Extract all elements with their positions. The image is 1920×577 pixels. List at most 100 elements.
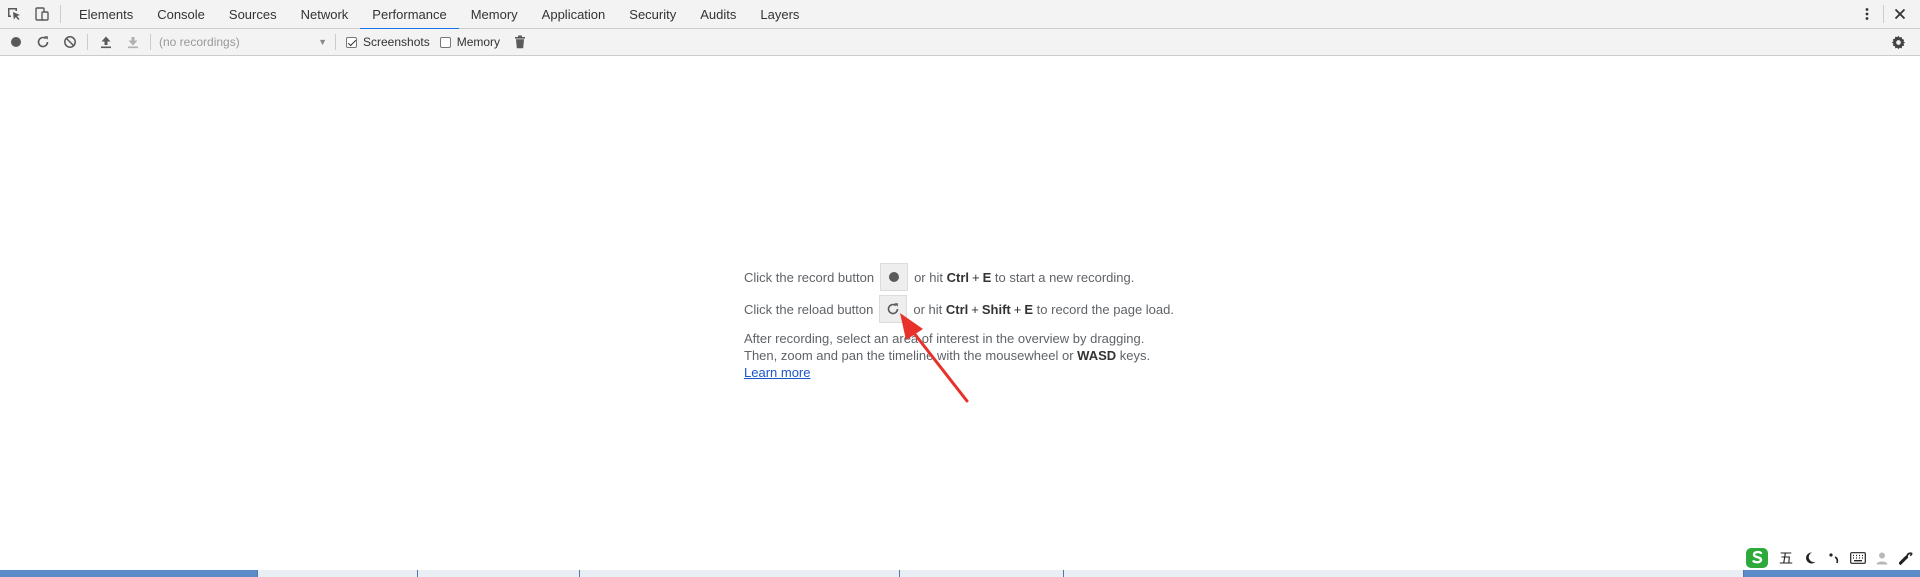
shortcut-plus: +	[972, 269, 980, 285]
record-instruction: Click the record button or hit Ctrl + E …	[744, 262, 1174, 292]
tab-bar-right	[1853, 0, 1920, 28]
taskbar-item[interactable]	[258, 570, 418, 577]
shortcut-key-wasd: WASD	[1077, 348, 1117, 363]
toolbar-separator	[87, 34, 88, 50]
performance-toolbar: (no recordings) ▼ Screenshots Memory	[0, 29, 1920, 56]
punctuation-icon	[1829, 553, 1839, 564]
tab-sources[interactable]: Sources	[217, 0, 289, 29]
reload-instruction-hit: or hit	[913, 301, 943, 317]
customize-devtools-button[interactable]	[1853, 0, 1881, 28]
taskbar-item[interactable]	[900, 570, 1064, 577]
ime-keyboard-button[interactable]	[1848, 548, 1868, 568]
tab-bar-right-separator	[1883, 5, 1884, 23]
toolbar-right	[1885, 29, 1920, 56]
ime-toolbar: 五	[1740, 546, 1920, 570]
sogou-logo-icon	[1746, 548, 1768, 568]
reload-instruction-prefix: Click the reload button	[744, 301, 874, 317]
screenshots-checkbox[interactable]	[346, 36, 357, 48]
shortcut-key-e: E	[1024, 301, 1034, 317]
tab-performance[interactable]: Performance	[360, 0, 460, 30]
device-toolbar-button[interactable]	[28, 0, 56, 28]
help-line-1: After recording, select an area of inter…	[744, 331, 1145, 346]
tab-application[interactable]: Application	[530, 0, 618, 29]
reload-instruction: Click the reload button or hit Ctrl + Sh…	[744, 294, 1174, 324]
inspect-element-button[interactable]	[0, 0, 28, 28]
ime-punctuation-button[interactable]	[1800, 548, 1820, 568]
record-button[interactable]	[2, 29, 29, 56]
upload-icon	[100, 36, 111, 49]
trash-icon	[514, 35, 525, 49]
taskbar-item[interactable]	[1064, 570, 1744, 577]
devtools-tab-bar: Elements Console Sources Network Perform…	[0, 0, 1920, 30]
ime-user-button[interactable]	[1872, 548, 1892, 568]
save-profile-button[interactable]	[119, 29, 146, 56]
ime-logo-button[interactable]	[1744, 548, 1772, 568]
gear-icon	[1891, 35, 1906, 49]
inline-record-button[interactable]	[880, 263, 909, 291]
keyboard-icon	[1850, 552, 1866, 564]
reload-icon	[888, 303, 899, 315]
ime-symbol-button[interactable]	[1824, 548, 1844, 568]
inline-reload-button[interactable]	[879, 295, 908, 323]
screenshots-toggle[interactable]: Screenshots	[346, 32, 430, 52]
taskbar-item[interactable]	[418, 570, 580, 577]
taskbar-item[interactable]	[0, 570, 258, 577]
shortcut-key-shift: Shift	[981, 301, 1011, 317]
tab-audits[interactable]: Audits	[688, 0, 748, 29]
panel-tabs: Elements Console Sources Network Perform…	[67, 0, 811, 30]
tab-console[interactable]: Console	[145, 0, 217, 29]
shortcut-key-ctrl: Ctrl	[945, 301, 969, 317]
help-line-2-start: Then, zoom and pan the timeline with the…	[744, 348, 1074, 363]
ime-tools-button[interactable]	[1896, 548, 1916, 568]
help-line-2: Then, zoom and pan the timeline with the…	[744, 347, 1174, 364]
capture-settings-button[interactable]	[1885, 29, 1912, 56]
recordings-select-value: (no recordings)	[159, 35, 240, 49]
record-instruction-suffix: to start a new recording.	[994, 269, 1135, 285]
screenshots-label: Screenshots	[363, 35, 430, 49]
record-instruction-hit: or hit	[914, 269, 943, 285]
tab-elements[interactable]: Elements	[67, 0, 145, 29]
memory-label: Memory	[456, 35, 501, 49]
record-icon	[889, 272, 900, 282]
user-icon	[1876, 552, 1888, 565]
reload-instruction-suffix: to record the page load.	[1036, 301, 1174, 317]
wrench-icon	[1899, 552, 1913, 565]
help-line-2-end: keys.	[1119, 348, 1151, 363]
recording-help-text: After recording, select an area of inter…	[744, 330, 1174, 381]
memory-toggle[interactable]: Memory	[439, 32, 501, 52]
close-devtools-button[interactable]	[1886, 0, 1914, 28]
tab-layers[interactable]: Layers	[748, 0, 811, 29]
reload-icon	[37, 36, 48, 48]
taskbar-item[interactable]	[580, 570, 900, 577]
shortcut-plus: +	[1013, 301, 1022, 317]
tab-memory[interactable]: Memory	[459, 0, 530, 29]
memory-checkbox[interactable]	[439, 36, 451, 48]
device-mode-icon	[35, 7, 49, 21]
inspect-element-icon	[8, 8, 20, 20]
moon-icon	[1806, 552, 1816, 564]
learn-more-link[interactable]: Learn more	[744, 364, 810, 381]
more-vertical-icon	[1865, 8, 1869, 20]
recordings-select[interactable]: (no recordings) ▼	[155, 32, 331, 52]
chevron-down-icon: ▼	[318, 37, 327, 47]
performance-landing-message: Click the record button or hit Ctrl + E …	[744, 262, 1174, 381]
shortcut-key-e: E	[982, 269, 992, 285]
download-icon	[127, 37, 138, 49]
shortcut-key-ctrl: Ctrl	[946, 269, 969, 285]
ime-mode-indicator[interactable]: 五	[1776, 548, 1796, 568]
tab-bar-separator	[60, 5, 61, 23]
toolbar-separator	[335, 34, 336, 50]
shortcut-plus: +	[971, 301, 979, 317]
os-taskbar	[0, 570, 1920, 577]
clear-button[interactable]	[56, 29, 83, 56]
tab-security[interactable]: Security	[617, 0, 688, 29]
tab-network[interactable]: Network	[289, 0, 361, 29]
record-icon	[10, 37, 21, 47]
toolbar-separator	[150, 34, 151, 50]
load-profile-button[interactable]	[92, 29, 119, 56]
collect-garbage-button[interactable]	[506, 29, 533, 56]
clear-icon	[63, 36, 76, 48]
record-instruction-prefix: Click the record button	[744, 269, 875, 285]
reload-record-button[interactable]	[29, 29, 56, 56]
close-icon	[1894, 8, 1906, 20]
